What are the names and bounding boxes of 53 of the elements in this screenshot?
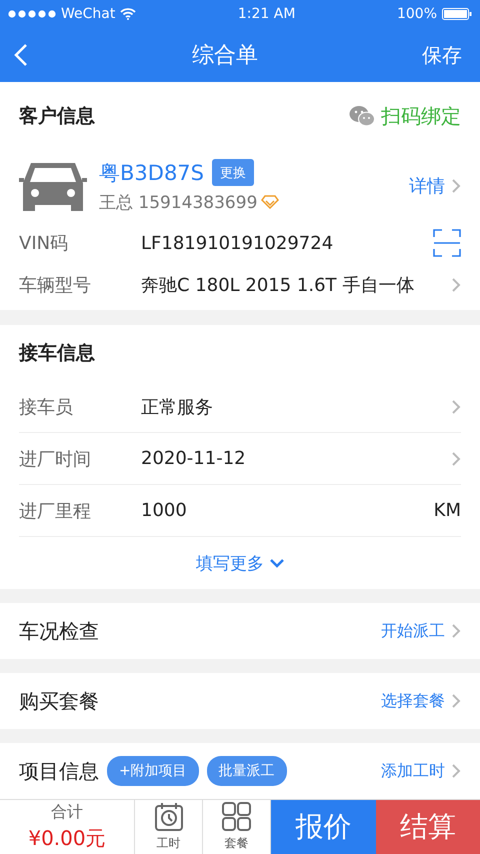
plate-number: 粤B3D87S [99, 160, 204, 186]
field-value: 2020-11-12 [141, 448, 247, 469]
field-label: VIN码 [19, 232, 70, 255]
details-link[interactable]: 详情 [409, 174, 461, 198]
page-title: 综合单 [192, 42, 258, 70]
signal-icon [8, 10, 56, 18]
wifi-icon [120, 8, 136, 20]
unit-label: KM [434, 500, 461, 521]
chevron-icon [451, 277, 461, 293]
section-action-link[interactable]: 选择套餐 [381, 690, 461, 712]
field-label: 接车员 [19, 396, 74, 418]
change-button[interactable]: 更换 [212, 159, 254, 186]
calendar-clock-icon [154, 802, 184, 832]
wechat-icon [349, 105, 375, 127]
chevron-icon [451, 763, 461, 779]
back-icon[interactable] [14, 43, 28, 67]
chevron-icon [451, 693, 461, 709]
chevron-icon [451, 623, 461, 639]
caret-icon [270, 558, 284, 568]
settle-button[interactable]: 结算 [376, 800, 480, 854]
section-title: 客户信息 [19, 104, 95, 129]
grid-icon [222, 802, 252, 832]
field-value: 1000 [141, 500, 188, 521]
chevron-icon [451, 178, 461, 194]
section-title: 购买套餐 [19, 688, 99, 714]
diamond-icon [261, 195, 280, 209]
field-label: 进厂时间 [19, 448, 92, 470]
quote-button[interactable]: 报价 [271, 800, 376, 854]
total-amount: ¥0.00元 [28, 825, 106, 852]
section-title: 接车信息 [19, 341, 95, 366]
scan-bind-button[interactable]: 扫码绑定 [349, 102, 461, 130]
clock-time: 1:21 AM [238, 6, 296, 22]
section-title: 车况检查 [19, 618, 99, 644]
field-label: 进厂里程 [19, 500, 92, 522]
field-value: 奔驰C 180L 2015 1.6T 手自一体 [141, 274, 416, 297]
field-value: LF181910191029724 [141, 232, 334, 254]
section-title: 项目信息 [19, 758, 99, 784]
total-label: 合计 [51, 802, 83, 823]
carrier-name: WeChat [61, 6, 116, 22]
chevron-icon [451, 450, 461, 466]
battery-percent: 100% [396, 6, 437, 22]
field-label: 车辆型号 [19, 274, 92, 297]
chevron-icon [451, 398, 461, 414]
chip-button[interactable]: +附加项目 [107, 756, 199, 786]
save-button[interactable]: 保存 [422, 42, 462, 68]
section-action-link[interactable]: 添加工时 [381, 760, 461, 782]
field-value: 正常服务 [141, 396, 214, 418]
scan-icon[interactable] [433, 229, 461, 257]
section-action-link[interactable]: 开始派工 [381, 620, 461, 642]
battery-icon [442, 8, 472, 20]
owner-phone: 王总 15914383699 [99, 192, 258, 214]
chip-button[interactable]: 批量派工 [206, 756, 287, 786]
fill-more-link[interactable]: 填写更多 [196, 552, 284, 574]
